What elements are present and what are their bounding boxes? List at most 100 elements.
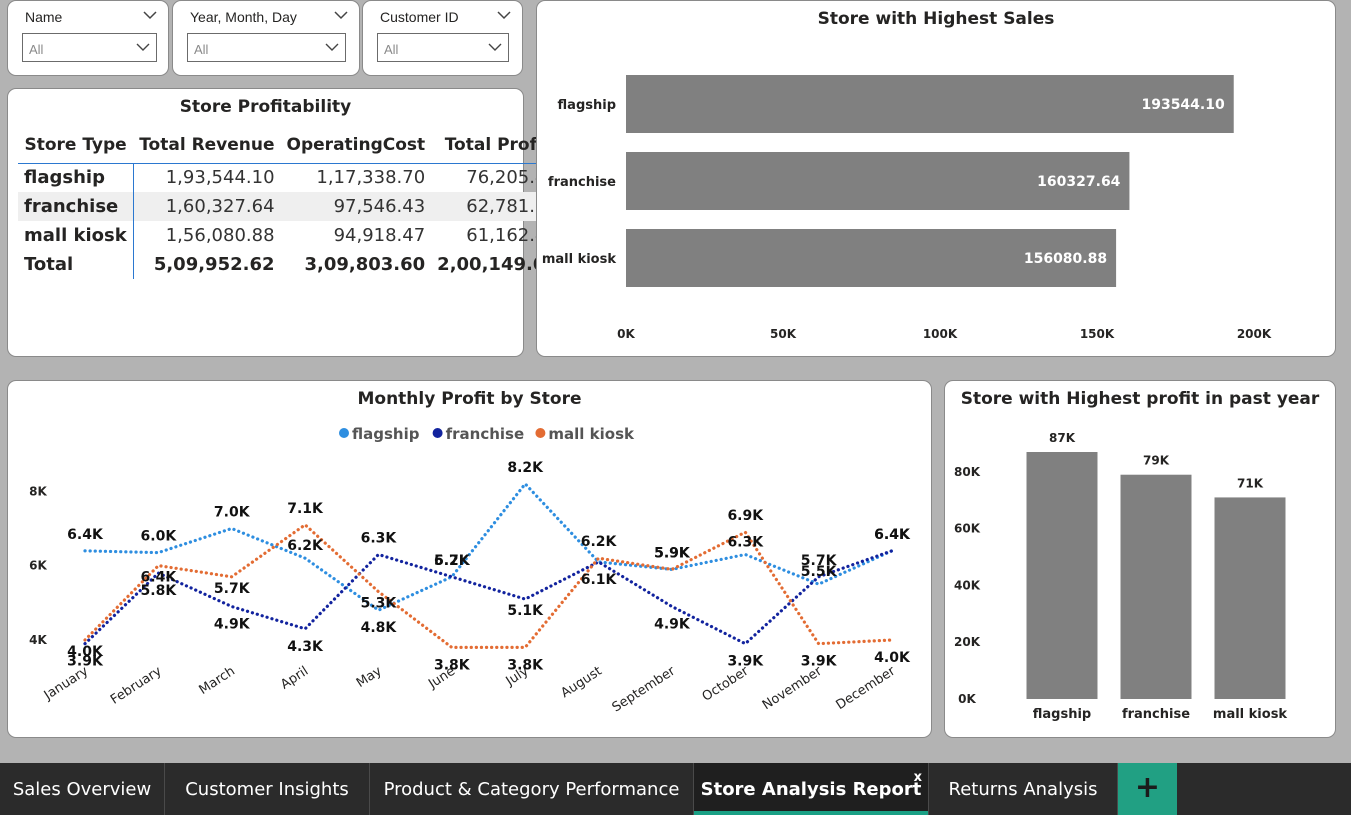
data-label: 5.7K	[801, 553, 838, 569]
category-label: mall kiosk	[542, 252, 617, 267]
table-row[interactable]: flagship 1,93,544.10 1,17,338.70 76,205.…	[18, 163, 564, 192]
data-label: 6.1K	[581, 572, 618, 588]
legend-label[interactable]: franchise	[446, 425, 525, 443]
close-icon[interactable]: x	[914, 751, 922, 805]
bar[interactable]	[1120, 474, 1192, 699]
y-tick-label: 4K	[29, 633, 47, 647]
add-page-button[interactable]: +	[1118, 763, 1177, 815]
x-tick-label: May	[354, 664, 385, 691]
data-label: 6.0K	[141, 529, 178, 545]
y-tick-label: 80K	[954, 465, 981, 479]
data-label: 6.2K	[287, 538, 324, 554]
data-label: 4.3K	[287, 639, 324, 655]
column-header[interactable]: OperatingCost	[280, 127, 432, 164]
data-label: 3.9K	[801, 654, 838, 670]
sales-bar-chart-card: Store with Highest Sales flagship 193544.…	[536, 0, 1336, 357]
tab-store-analysis-report[interactable]: Store Analysis Report x	[694, 763, 929, 815]
data-label: 79K	[1143, 454, 1170, 468]
slicer-title: Name	[25, 9, 63, 25]
legend-label[interactable]: mall kiosk	[548, 425, 635, 443]
x-tick-label: 50K	[770, 327, 797, 341]
profitability-card: Store Profitability Store Type Total Rev…	[7, 88, 564, 357]
data-label: 6.4K	[874, 527, 911, 543]
category-label: mall kiosk	[1213, 707, 1288, 722]
data-label: 71K	[1237, 476, 1264, 490]
chevron-down-icon[interactable]	[496, 7, 512, 23]
data-label: 6.3K	[727, 534, 764, 550]
legend-marker	[535, 428, 546, 438]
slicer-dropdown[interactable]: All	[377, 33, 509, 62]
x-tick-label: 100K	[923, 327, 958, 341]
tab-label: Product & Category Performance	[383, 779, 680, 800]
bar[interactable]	[1214, 497, 1286, 699]
revenue-cell: 1,93,544.10	[165, 167, 275, 189]
store-type-cell: flagship	[18, 163, 134, 192]
data-label: 3.8K	[507, 657, 544, 673]
slicer-customer-id: Customer ID All	[362, 0, 523, 76]
y-tick-label: 60K	[954, 522, 981, 536]
legend-label[interactable]: flagship	[352, 425, 420, 443]
data-label: 6.2K	[434, 553, 471, 569]
chevron-down-icon[interactable]	[142, 7, 158, 23]
page-tab-bar: Sales Overview Customer Insights Product…	[0, 763, 1351, 815]
table-row[interactable]: franchise 1,60,327.64 97,546.43 62,781.2…	[18, 192, 564, 221]
data-label: 4.0K	[67, 644, 104, 660]
category-label: flagship	[558, 98, 616, 113]
legend-marker	[339, 428, 349, 438]
slicer-value: All	[384, 42, 399, 57]
table-total-row: Total 5,09,952.62 3,09,803.60 2,00,149.0…	[18, 250, 564, 279]
slicer-name: Name All	[7, 0, 169, 76]
tab-product-category-performance[interactable]: Product & Category Performance	[370, 763, 694, 815]
tab-returns-analysis[interactable]: Returns Analysis	[929, 763, 1118, 815]
x-tick-label: November	[760, 663, 825, 713]
x-tick-label: August	[558, 664, 604, 701]
data-label: 8.2K	[507, 460, 544, 476]
data-label: 5.7K	[214, 581, 251, 597]
revenue-total: 5,09,952.62	[153, 254, 275, 275]
y-tick-label: 8K	[29, 484, 47, 498]
data-label: 6.9K	[727, 508, 764, 524]
sales-bar-chart: flagship 193544.10 franchise 160327.64 mall …	[542, 75, 1272, 341]
x-tick-label: 150K	[1080, 327, 1115, 341]
data-label: 5.9K	[654, 545, 691, 561]
table-row[interactable]: mall kiosk 1,56,080.88 94,918.47 61,162.…	[18, 221, 564, 250]
x-tick-label: December	[833, 663, 898, 713]
x-tick-label: April	[278, 664, 311, 693]
data-label: 87K	[1049, 431, 1076, 445]
data-label: 4.0K	[874, 650, 911, 666]
tab-label: Returns Analysis	[948, 779, 1098, 800]
data-label: 156080.88	[1024, 251, 1107, 267]
chevron-down-icon[interactable]	[333, 7, 349, 23]
tab-sales-overview[interactable]: Sales Overview	[0, 763, 165, 815]
profit-column-chart-card: Store with Highest profit in past year 0…	[944, 380, 1336, 738]
series-line[interactable]	[83, 481, 894, 613]
total-label: Total	[18, 250, 134, 279]
slicer-value: All	[29, 42, 44, 57]
bar[interactable]	[1026, 452, 1098, 699]
data-label: 5.1K	[507, 603, 544, 619]
column-header[interactable]: Store Type	[18, 127, 134, 164]
slicer-dropdown[interactable]: All	[187, 33, 346, 62]
data-label: 6.2K	[581, 534, 618, 550]
series-line[interactable]	[83, 522, 894, 649]
data-label: 5.3K	[361, 596, 398, 612]
data-label: 160327.64	[1037, 174, 1121, 190]
slicer-dropdown[interactable]: All	[22, 33, 157, 62]
data-label: 7.1K	[287, 501, 324, 517]
store-type-cell: franchise	[18, 192, 134, 221]
column-header[interactable]: Total Revenue	[133, 127, 281, 164]
chevron-down-icon	[136, 43, 150, 51]
y-tick-label: 0K	[958, 692, 976, 706]
legend-marker	[432, 428, 443, 438]
tab-customer-insights[interactable]: Customer Insights	[165, 763, 370, 815]
category-label: flagship	[1033, 707, 1091, 722]
data-label: 3.8K	[434, 657, 471, 673]
monthly-profit-card: Monthly Profit by Store flagship franchis…	[7, 380, 932, 738]
cost-total: 3,09,803.60	[304, 254, 426, 275]
tab-label: Sales Overview	[12, 779, 152, 800]
table-header-row: Store Type Total Revenue OperatingCost T…	[18, 127, 564, 164]
monthly-profit-line-chart: flagship franchise mall kiosk4K6K8KJanuary…	[29, 425, 911, 715]
slicer-title: Customer ID	[380, 9, 459, 25]
revenue-cell: 1,60,327.64	[133, 192, 281, 221]
store-type-cell: mall kiosk	[18, 221, 134, 250]
